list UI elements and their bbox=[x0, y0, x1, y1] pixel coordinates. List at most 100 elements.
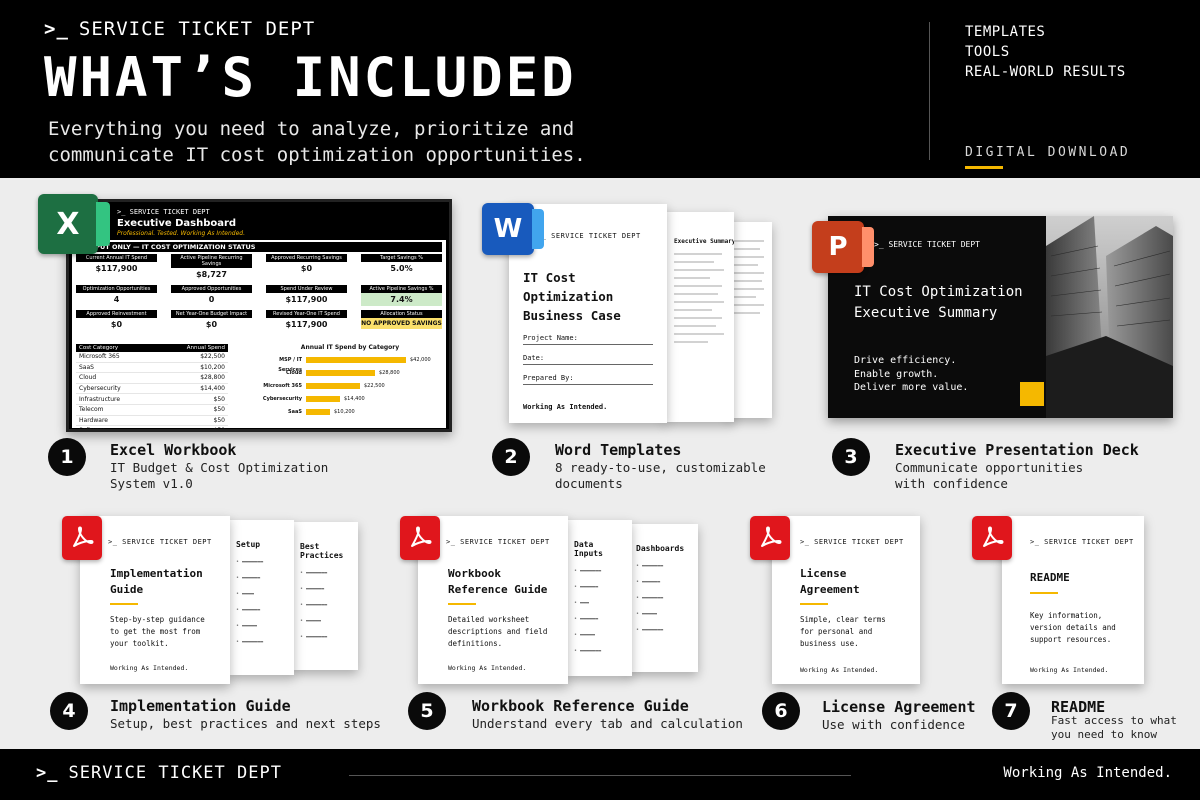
kpi-value: 7.4% bbox=[361, 293, 442, 306]
skyscraper-image bbox=[1046, 216, 1173, 418]
table-row: Infrastructure $50 bbox=[76, 393, 228, 405]
table-cell: Hardware bbox=[76, 415, 155, 427]
impl-doc-back-1: Setup • ▬▬▬▬▬▬▬ • ▬▬▬▬▬▬ • ▬▬▬▬ • ▬▬▬▬▬▬ • ▬… bbox=[228, 520, 294, 675]
ppt-body: Drive efficiency. Enable growth. Deliver… bbox=[854, 354, 968, 395]
doc-title: Implementation Guide bbox=[110, 566, 203, 598]
field-project-name: Project Name: bbox=[523, 334, 653, 345]
item-desc-3: Communicate opportunities with confidenc… bbox=[895, 460, 1083, 492]
pdf-icon bbox=[750, 516, 790, 560]
body-line: support resources. bbox=[1030, 635, 1112, 644]
kpi-value: $117,900 bbox=[285, 320, 328, 329]
desc-line: documents bbox=[555, 476, 623, 491]
field-prepared-by: Prepared By: bbox=[523, 374, 653, 385]
pdf-icon bbox=[972, 516, 1012, 560]
title-line: Workbook bbox=[448, 567, 501, 580]
brand-name: SERVICE TICKET DEPT bbox=[78, 18, 316, 40]
item-title-1: Excel Workbook bbox=[110, 441, 237, 459]
kpi-card: Current Annual IT Spend $117,900 bbox=[76, 254, 157, 281]
doc-body: Key information, version details and sup… bbox=[1030, 610, 1116, 646]
chart-bar-row: Cybersecurity $14,400 bbox=[258, 394, 442, 407]
item-number-2: 2 bbox=[492, 438, 530, 476]
ppt-slide-preview: >_ SERVICE TICKET DEPT IT Cost Optimizat… bbox=[828, 216, 1173, 418]
bar-label: Cybersecurity bbox=[262, 396, 302, 402]
body-line: version details and bbox=[1030, 623, 1116, 632]
kpi-label: Approved Recurring Savings bbox=[266, 254, 347, 262]
desc-line: 8 ready-to-use, customizable bbox=[555, 460, 766, 475]
accent-bar bbox=[965, 166, 1003, 169]
chart-bar-row: Cloud $28,800 bbox=[258, 368, 442, 381]
item-title-4: Implementation Guide bbox=[110, 697, 291, 715]
kpi-card: Approved Recurring Savings $0 bbox=[266, 254, 347, 281]
title-line: Guide bbox=[110, 583, 144, 596]
kpi-value: 4 bbox=[113, 295, 120, 304]
excel-status-bar: OUTPUT ONLY — IT COST OPTIMIZATION STATU… bbox=[76, 242, 442, 252]
body-line: for personal and bbox=[800, 627, 873, 636]
chart-bar-row: SaaS $10,200 bbox=[258, 407, 442, 420]
kpi-value: $117,900 bbox=[285, 295, 328, 304]
title-line: Agreement bbox=[800, 583, 860, 596]
chart-bar bbox=[306, 370, 375, 376]
title-line: Implementation bbox=[110, 567, 203, 580]
footer-divider bbox=[349, 775, 851, 776]
bar-value: $28,800 bbox=[379, 370, 400, 376]
desc-line: with confidence bbox=[895, 476, 1008, 491]
footer-brand-name: SERVICE TICKET DEPT bbox=[68, 763, 282, 783]
item-number-7: 7 bbox=[992, 692, 1030, 730]
kpi-value: 0 bbox=[208, 295, 215, 304]
body-line: definitions. bbox=[448, 639, 503, 648]
item-desc-4: Setup, best practices and next steps bbox=[110, 716, 381, 731]
doc-body: Step-by-step guidance to get the most fr… bbox=[110, 614, 205, 650]
readme-preview: >_ SERVICE TICKET DEPT README Key inform… bbox=[1002, 516, 1144, 684]
desc-line: you need to know bbox=[1051, 728, 1157, 741]
feature-item: TOOLS bbox=[965, 44, 1010, 60]
title-line: Reference Guide bbox=[448, 583, 548, 596]
item-desc-1: IT Budget & Cost Optimization System v1.… bbox=[110, 460, 328, 492]
table-cell: $14,400 bbox=[154, 383, 228, 395]
kpi-card: Spend Under Review $117,900 bbox=[266, 285, 347, 306]
excel-title: Executive Dashboard bbox=[117, 218, 237, 229]
doc-brand: >_ SERVICE TICKET DEPT bbox=[1030, 538, 1134, 546]
pdf-icon bbox=[62, 516, 102, 560]
word-back-heading: Executive Summary bbox=[674, 238, 734, 245]
feature-item: TEMPLATES bbox=[965, 24, 1046, 40]
kpi-label: Active Pipeline Recurring Savings bbox=[171, 254, 252, 268]
doc-title: README bbox=[1030, 570, 1070, 586]
bar-label: Cloud bbox=[286, 370, 302, 376]
kpi-label: Approved Reinvestment bbox=[76, 310, 157, 318]
table-row: Hardware $50 bbox=[76, 415, 228, 427]
word-doc-back-2 bbox=[728, 222, 772, 418]
bar-label: Microsoft 365 bbox=[263, 383, 302, 389]
table-cell: Telecom bbox=[76, 404, 155, 416]
item-number-3: 3 bbox=[832, 438, 870, 476]
word-doc-back-1: Executive Summary bbox=[664, 212, 734, 422]
doc-brand: >_ SERVICE TICKET DEPT bbox=[800, 538, 904, 546]
accent-underline bbox=[1030, 592, 1058, 594]
kpi-label: Allocation Status bbox=[361, 310, 442, 318]
prompt-icon: >_ bbox=[36, 763, 59, 783]
kpi-card: Active Pipeline Recurring Savings $8,727 bbox=[171, 254, 252, 281]
item-desc-6: Use with confidence bbox=[822, 717, 965, 732]
table-cell: $50 bbox=[154, 404, 228, 416]
license-agreement-preview: >_ SERVICE TICKET DEPT License Agreement… bbox=[772, 516, 920, 684]
page-title: WHAT’S INCLUDED bbox=[44, 46, 577, 109]
sub-heading: Setup bbox=[236, 540, 261, 549]
word-doc-title: IT Cost Optimization Business Case bbox=[523, 268, 667, 325]
item-title-6: License Agreement bbox=[822, 698, 976, 716]
item-desc-2: 8 ready-to-use, customizable documents bbox=[555, 460, 766, 492]
kpi-card: Allocation Status NO APPROVED SAVINGS bbox=[361, 310, 442, 331]
bar-value: $22,500 bbox=[364, 383, 385, 389]
kpi-label: Spend Under Review bbox=[266, 285, 347, 293]
desc-line: System v1.0 bbox=[110, 476, 193, 491]
chart-bar bbox=[306, 396, 340, 402]
title-line: Business Case bbox=[523, 308, 621, 323]
doc-body: Simple, clear terms for personal and bus… bbox=[800, 614, 886, 650]
table-cell: SaaS bbox=[76, 362, 155, 374]
kpi-label: Revised Year-One IT Spend bbox=[266, 310, 347, 318]
title-line: README bbox=[1030, 571, 1070, 584]
excel-tagline: Professional. Tested. Working As Intende… bbox=[117, 230, 246, 237]
table-cell: $28,800 bbox=[154, 372, 228, 384]
table-cell: Microsoft 365 bbox=[76, 352, 155, 363]
accent-square bbox=[1020, 382, 1044, 406]
table-cell: Software bbox=[76, 425, 155, 429]
feature-list: TEMPLATES TOOLS REAL-WORLD RESULTS bbox=[965, 22, 1126, 82]
